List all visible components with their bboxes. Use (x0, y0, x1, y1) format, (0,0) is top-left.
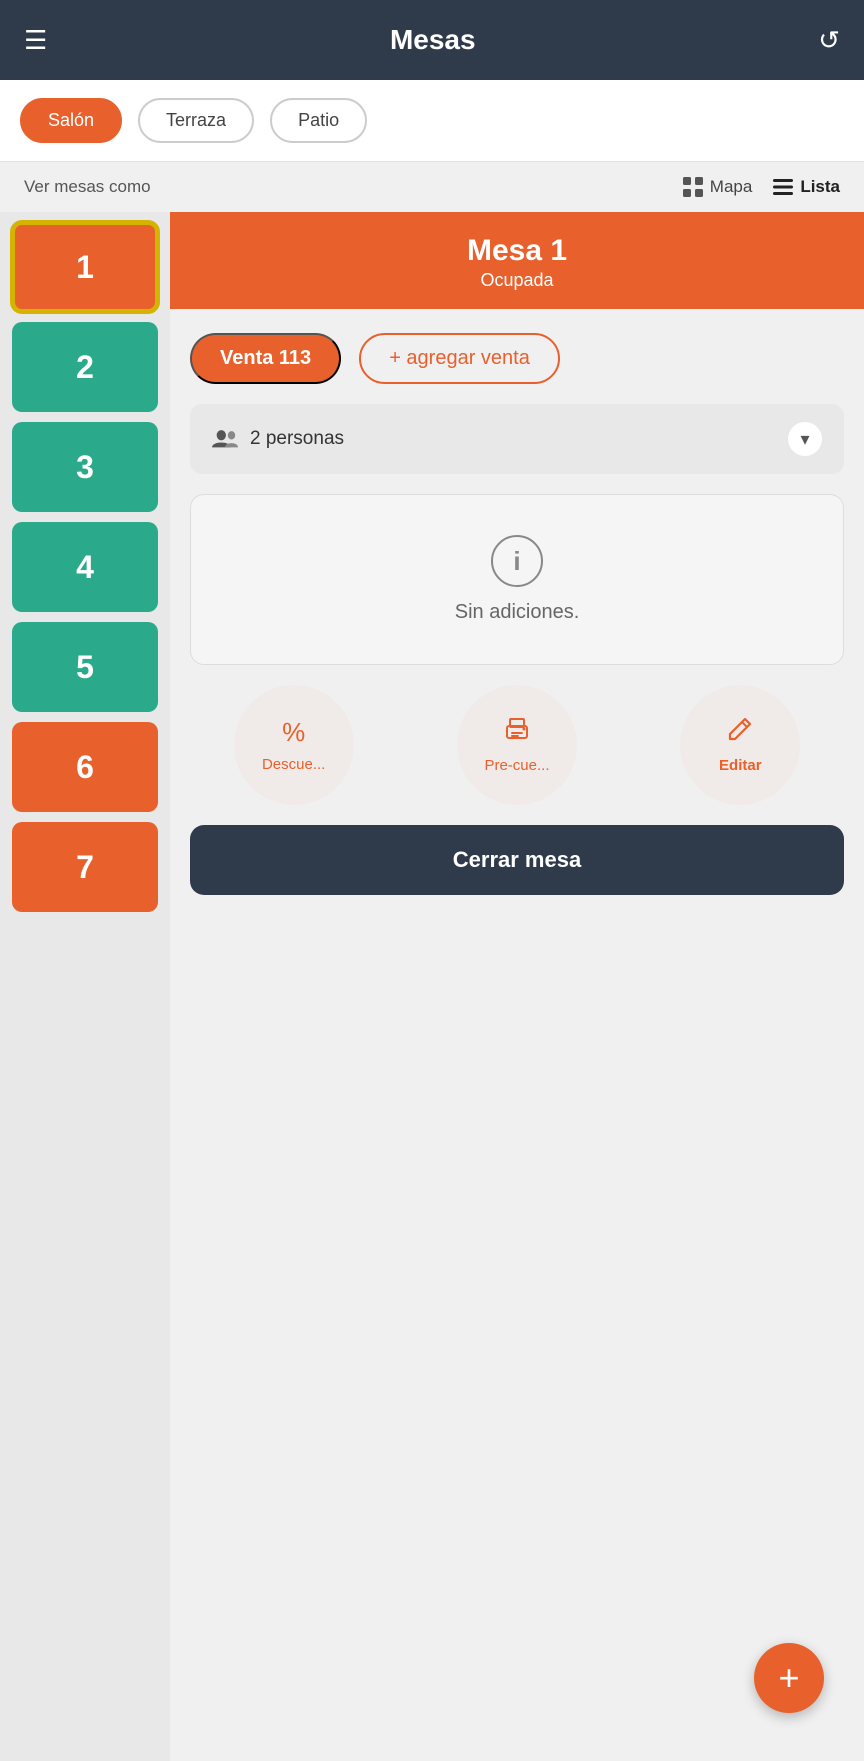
view-lista[interactable]: Lista (772, 176, 840, 198)
table-number-5: 5 (76, 649, 94, 686)
panel-body: Venta 113 + agregar venta 2 personas ▾ (170, 309, 864, 919)
pencil-icon (727, 716, 753, 749)
table-number-6: 6 (76, 749, 94, 786)
detail-panel: Mesa 1 Ocupada Venta 113 + agregar venta (170, 212, 864, 1761)
personas-left: 2 personas (212, 428, 344, 450)
view-mapa[interactable]: Mapa (682, 176, 753, 198)
descuento-button[interactable]: % Descue... (234, 685, 354, 805)
view-toggle-bar: Ver mesas como Mapa Lista (0, 162, 864, 212)
editar-label: Editar (719, 757, 762, 774)
personas-label: 2 personas (250, 428, 344, 450)
table-item-4[interactable]: 4 (12, 522, 158, 612)
table-list: 1 2 3 4 5 6 7 (0, 212, 170, 1761)
view-bar-label: Ver mesas como (24, 177, 151, 197)
table-number-7: 7 (76, 849, 94, 886)
table-item-5[interactable]: 5 (12, 622, 158, 712)
venta-row: Venta 113 + agregar venta (190, 333, 844, 384)
precuenta-button[interactable]: Pre-cue... (457, 685, 577, 805)
print-icon (503, 716, 531, 749)
no-additions-text: Sin adiciones. (455, 601, 580, 624)
fab-add-button[interactable]: + (754, 1643, 824, 1713)
precuenta-label: Pre-cue... (484, 757, 549, 774)
table-item-2[interactable]: 2 (12, 322, 158, 412)
action-buttons: % Descue... Pre-cue... (190, 685, 844, 805)
info-icon: i (491, 535, 543, 587)
tab-patio[interactable]: Patio (270, 98, 367, 143)
chevron-down-icon: ▾ (788, 422, 822, 456)
hamburger-icon[interactable]: ☰ (24, 25, 47, 56)
mesa-status: Ocupada (200, 270, 834, 291)
view-options: Mapa Lista (682, 176, 840, 198)
refresh-icon[interactable]: ↺ (818, 25, 840, 56)
mesa-header: Mesa 1 Ocupada (170, 212, 864, 309)
grid-icon (682, 176, 704, 198)
descuento-label: Descue... (262, 756, 325, 773)
main-content: 1 2 3 4 5 6 7 Mesa 1 Ocupada (0, 212, 864, 1761)
table-item-3[interactable]: 3 (12, 422, 158, 512)
editar-button[interactable]: Editar (680, 685, 800, 805)
table-item-6[interactable]: 6 (12, 722, 158, 812)
mapa-label: Mapa (710, 177, 753, 197)
table-number-3: 3 (76, 449, 94, 486)
table-item-7[interactable]: 7 (12, 822, 158, 912)
tab-terraza[interactable]: Terraza (138, 98, 254, 143)
list-icon (772, 176, 794, 198)
mesa-title: Mesa 1 (200, 234, 834, 268)
cerrar-mesa-button[interactable]: Cerrar mesa (190, 825, 844, 895)
table-number-2: 2 (76, 349, 94, 386)
tab-bar: Salón Terraza Patio (0, 80, 864, 162)
table-number-1: 1 (76, 249, 94, 286)
no-additions-panel: i Sin adiciones. (190, 494, 844, 665)
page-title: Mesas (390, 24, 476, 56)
venta-badge[interactable]: Venta 113 (190, 333, 341, 384)
tab-salon[interactable]: Salón (20, 98, 122, 143)
lista-label: Lista (800, 177, 840, 197)
people-icon (212, 428, 238, 450)
percent-icon: % (282, 717, 305, 748)
table-item-1[interactable]: 1 (12, 222, 158, 312)
personas-dropdown[interactable]: 2 personas ▾ (190, 404, 844, 474)
agregar-venta-button[interactable]: + agregar venta (359, 333, 560, 384)
app-header: ☰ Mesas ↺ (0, 0, 864, 80)
table-number-4: 4 (76, 549, 94, 586)
